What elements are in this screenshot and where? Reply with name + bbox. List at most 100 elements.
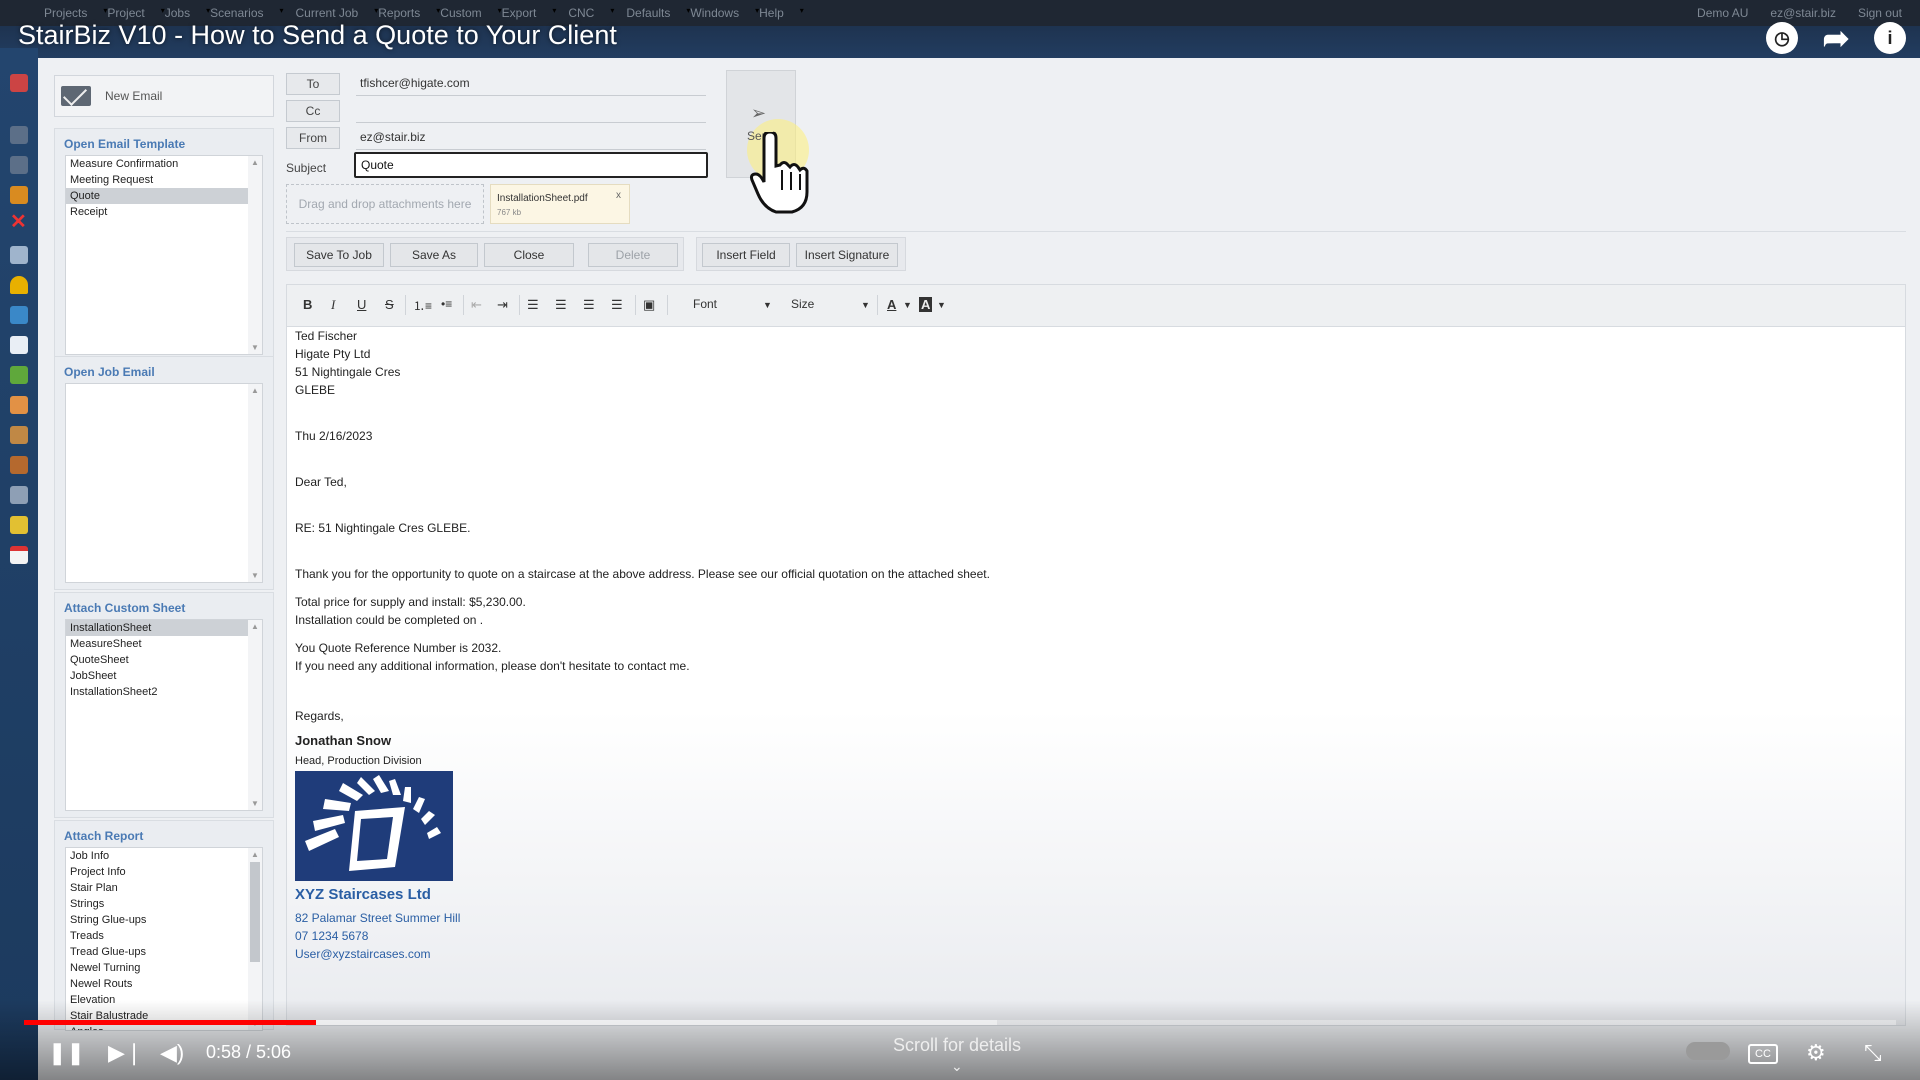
hammer-icon[interactable] (10, 486, 28, 504)
insert-field-button[interactable]: Insert Field (702, 243, 790, 267)
menu-item[interactable]: Current Job (296, 6, 359, 20)
scroll-up-icon[interactable]: ▲ (251, 158, 259, 167)
captions-icon[interactable]: CC (1748, 1044, 1778, 1064)
menu-item[interactable]: Custom (440, 6, 481, 20)
cc-button[interactable]: Cc (286, 100, 340, 122)
list-item[interactable]: MeasureSheet (66, 636, 248, 652)
align-left-icon[interactable]: ☰ (527, 297, 539, 313)
list-item[interactable]: Strings (66, 896, 248, 912)
save-to-job-button[interactable]: Save To Job (294, 243, 384, 267)
sign-out-link[interactable]: Sign out (1858, 6, 1902, 20)
video-progress-bar[interactable] (24, 1020, 1896, 1025)
list-item[interactable]: Receipt (66, 204, 248, 220)
bg-color-dropdown-icon[interactable]: ▼ (937, 300, 946, 310)
puzzle-icon[interactable] (10, 366, 28, 384)
close-icon[interactable]: ✕ (10, 212, 28, 232)
font-dropdown-icon[interactable]: ▼ (763, 300, 772, 310)
align-right-icon[interactable]: ☰ (583, 297, 595, 313)
to-field[interactable]: tfishcer@higate.com (356, 72, 706, 96)
scrollbar[interactable]: ▲▼ (248, 620, 262, 810)
attachment-chip[interactable]: InstallationSheet.pdf 767 kb x (490, 184, 630, 224)
scroll-down-icon[interactable]: ▼ (251, 343, 259, 352)
stairs-icon[interactable] (10, 396, 28, 414)
region-label[interactable]: Demo AU (1697, 6, 1748, 20)
list-item[interactable]: Quote (66, 188, 248, 204)
job-email-list[interactable]: ▲ ▼ (65, 383, 263, 583)
new-icon[interactable] (10, 126, 28, 144)
menu-item[interactable]: Defaults (626, 6, 670, 20)
underline-button[interactable]: U (357, 297, 366, 312)
menu-item[interactable]: Scenarios (210, 6, 263, 20)
timber-icon[interactable] (10, 456, 28, 474)
indent-icon[interactable]: ⇥ (497, 297, 508, 313)
menu-item[interactable]: Project (107, 6, 144, 20)
scroll-up-icon[interactable]: ▲ (251, 386, 259, 395)
pause-icon[interactable]: ❚❚ (48, 1040, 85, 1066)
new-email-button[interactable]: New Email (54, 75, 274, 117)
logo-icon[interactable] (10, 74, 28, 92)
delete-button[interactable]: Delete (588, 243, 678, 267)
watch-later-icon[interactable]: ◷ (1766, 22, 1798, 54)
insert-signature-button[interactable]: Insert Signature (796, 243, 898, 267)
text-color-button[interactable]: A (887, 297, 896, 312)
list-item[interactable]: Measure Confirmation (66, 156, 248, 172)
subject-field[interactable]: Quote (354, 152, 708, 178)
list-item[interactable]: Project Info (66, 864, 248, 880)
video-title[interactable]: StairBiz V10 - How to Send a Quote to Yo… (18, 20, 617, 51)
user-email[interactable]: ez@stair.biz (1770, 6, 1836, 20)
italic-button[interactable]: I (331, 297, 335, 313)
list-item[interactable]: String Glue-ups (66, 912, 248, 928)
from-button[interactable]: From (286, 127, 340, 149)
scrollbar-thumb[interactable] (250, 862, 260, 962)
next-icon[interactable]: ▶❘ (108, 1040, 143, 1066)
strikethrough-button[interactable]: S (385, 297, 394, 312)
volume-icon[interactable]: ◀) (160, 1040, 184, 1066)
info-tool-icon[interactable] (10, 336, 28, 354)
email-template-list[interactable]: Measure Confirmation Meeting Request Quote… (65, 155, 263, 355)
background-color-button[interactable]: A (919, 297, 933, 312)
save-as-button[interactable]: Save As (390, 243, 478, 267)
list-item[interactable]: JobSheet (66, 668, 248, 684)
justify-icon[interactable]: ☰ (611, 297, 623, 313)
menu-item[interactable]: Jobs (165, 6, 190, 20)
cc-field[interactable] (356, 99, 706, 123)
list-item[interactable]: Job Info (66, 848, 248, 864)
text-color-dropdown-icon[interactable]: ▼ (903, 300, 912, 310)
custom-sheet-list[interactable]: InstallationSheet MeasureSheet QuoteSheet J… (65, 619, 263, 811)
to-button[interactable]: To (286, 73, 340, 95)
size-dropdown-icon[interactable]: ▼ (861, 300, 870, 310)
spreadsheet-icon[interactable] (10, 516, 28, 534)
scroll-up-icon[interactable]: ▲ (251, 622, 259, 631)
ordered-list-icon[interactable]: ⒈≡ (413, 297, 432, 314)
fullscreen-exit-icon[interactable]: ⤡ (1864, 1040, 1882, 1066)
scrollbar[interactable]: ▲▼ (248, 384, 262, 582)
font-select[interactable]: Font (693, 297, 717, 311)
calendar-icon[interactable] (10, 546, 28, 564)
settings-icon[interactable]: ⚙ (1806, 1040, 1826, 1066)
size-select[interactable]: Size (791, 297, 814, 311)
autoplay-toggle[interactable] (1686, 1042, 1730, 1060)
open-icon[interactable] (10, 156, 28, 174)
email-body-editor[interactable]: Ted Fischer Higate Pty Ltd 51 Nightingal… (286, 326, 1906, 1026)
hardhat-icon[interactable] (10, 276, 28, 294)
company-email-link[interactable]: User@xyzstaircases.com (295, 947, 431, 961)
list-item[interactable]: Meeting Request (66, 172, 248, 188)
menu-item[interactable]: Projects (44, 6, 87, 20)
info-icon[interactable]: i (1874, 22, 1906, 54)
scroll-down-icon[interactable]: ▼ (251, 571, 259, 580)
list-item[interactable]: QuoteSheet (66, 652, 248, 668)
scroll-down-icon[interactable]: ▼ (251, 799, 259, 808)
calculator-icon[interactable] (10, 246, 28, 264)
scrollbar[interactable]: ▲▼ (248, 156, 262, 354)
share-icon[interactable]: ➦ (1820, 20, 1852, 56)
remove-attachment-icon[interactable]: x (616, 190, 621, 201)
from-field[interactable]: ez@stair.biz (356, 126, 706, 150)
outdent-icon[interactable]: ⇤ (471, 297, 482, 313)
menu-item[interactable]: Help (759, 6, 784, 20)
menu-item[interactable]: Windows (690, 6, 739, 20)
list-item[interactable]: Treads (66, 928, 248, 944)
house-icon[interactable] (10, 306, 28, 324)
menu-item[interactable]: Export (502, 6, 537, 20)
scroll-up-icon[interactable]: ▲ (251, 850, 259, 859)
align-center-icon[interactable]: ☰ (555, 297, 567, 313)
